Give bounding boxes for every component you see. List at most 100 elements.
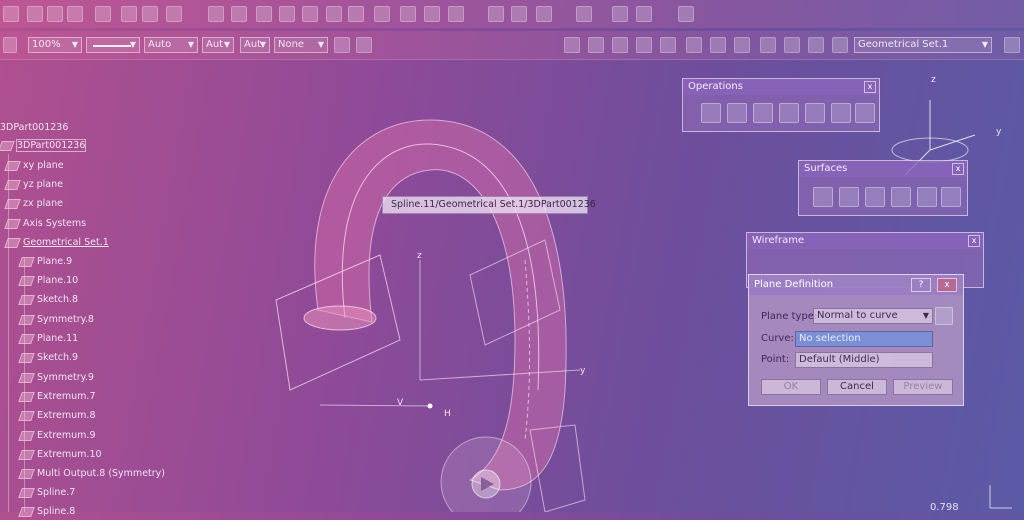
paint-icon[interactable] (142, 6, 158, 22)
boolean-icon[interactable] (710, 37, 726, 53)
layer-combo[interactable]: None ▼ (274, 37, 328, 53)
sphere-icon[interactable] (588, 37, 604, 53)
pattern-icon[interactable] (448, 6, 464, 22)
tree-item-geometrical-set[interactable]: Geometrical Set.1 (4, 235, 109, 251)
paste-icon[interactable] (67, 6, 83, 22)
point-field[interactable]: Default (Middle) (795, 352, 933, 368)
measure-icon[interactable] (678, 6, 694, 22)
tree-item-spline-7[interactable]: Spline.7 (18, 485, 75, 501)
rotate-icon[interactable] (256, 6, 272, 22)
spiral-icon[interactable] (564, 37, 580, 53)
tree-item-root[interactable]: 3DPart001236 (0, 120, 68, 136)
preview-button[interactable]: Preview (893, 379, 953, 395)
settings-icon[interactable] (1004, 37, 1020, 53)
tree-item-zx-plane[interactable]: zx plane (4, 196, 63, 212)
close-icon[interactable]: x (952, 163, 964, 175)
zoom-in-icon[interactable] (279, 6, 295, 22)
offset-icon[interactable] (839, 187, 859, 207)
folder-icon[interactable] (832, 37, 848, 53)
brush-icon[interactable] (356, 37, 372, 53)
extrapolate-icon[interactable] (805, 103, 825, 123)
fill-icon[interactable] (891, 187, 911, 207)
plane-type-select[interactable]: Normal to curve ▼ (813, 308, 933, 324)
painter-icon[interactable] (334, 37, 350, 53)
calendar-icon[interactable] (576, 6, 592, 22)
normal-view-icon[interactable] (326, 6, 342, 22)
geometrical-set-combo[interactable]: Geometrical Set.1 ▼ (854, 37, 992, 53)
tree-item-axis-systems[interactable]: Axis Systems (4, 216, 86, 232)
compass-y-arrow[interactable] (929, 134, 976, 151)
whats-this-icon[interactable] (166, 6, 182, 22)
axis-icon[interactable] (612, 37, 628, 53)
table-icon[interactable] (660, 37, 676, 53)
tree-item-plane-11[interactable]: Plane.11 (18, 331, 78, 347)
tree-item-symmetry-9[interactable]: Symmetry.9 (18, 370, 94, 386)
torus-end-section[interactable] (303, 305, 377, 331)
analysis-icon[interactable] (636, 6, 652, 22)
sweep-icon[interactable] (865, 187, 885, 207)
tree-item-xy-plane[interactable]: xy plane (4, 158, 64, 174)
ok-button[interactable]: OK (761, 379, 821, 395)
tree-item-extremum-7[interactable]: Extremum.7 (18, 389, 95, 405)
line-type-combo[interactable]: Auto ▼ (144, 37, 198, 53)
tree-item-plane-10[interactable]: Plane.10 (18, 273, 78, 289)
tree-item-plane-9[interactable]: Plane.9 (18, 254, 72, 270)
surfaces-title[interactable]: Surfaces (799, 161, 967, 177)
zoom-combo[interactable]: 100% ▼ (28, 37, 82, 53)
grid-icon[interactable] (636, 37, 652, 53)
close-icon[interactable]: x (864, 81, 876, 93)
save-icon[interactable] (3, 6, 19, 22)
line-thickness-combo[interactable]: ▼ (86, 37, 140, 53)
constraint-icon[interactable] (734, 37, 750, 53)
tree-item-extremum-9[interactable]: Extremum.9 (18, 428, 95, 444)
undo-icon[interactable] (95, 6, 111, 22)
split-icon[interactable] (727, 103, 747, 123)
close-icon[interactable]: x (968, 235, 980, 247)
wireframe-icon[interactable] (760, 37, 776, 53)
zoom-out-icon[interactable] (302, 6, 318, 22)
tree-item-extremum-10[interactable]: Extremum.10 (18, 447, 102, 463)
redo-icon[interactable] (121, 6, 137, 22)
join-icon[interactable] (701, 103, 721, 123)
point-type-combo[interactable]: Aut ▼ (202, 37, 234, 53)
tree-item-sketch-9[interactable]: Sketch.9 (18, 350, 78, 366)
tree-item-extremum-8[interactable]: Extremum.8 (18, 408, 95, 424)
pattern-ops-icon[interactable] (831, 103, 851, 123)
pan-icon[interactable] (231, 6, 247, 22)
hierarchy-icon[interactable] (784, 37, 800, 53)
tree-item-part[interactable]: 3DPart001236 (0, 138, 87, 154)
operations-title[interactable]: Operations (683, 79, 879, 95)
fill-color-icon[interactable] (3, 37, 17, 53)
cube-icon[interactable] (686, 37, 702, 53)
hide-show-icon[interactable] (400, 6, 416, 22)
wireframe-title[interactable]: Wireframe (747, 233, 983, 249)
mail-icon[interactable] (536, 6, 552, 22)
sun-icon[interactable] (808, 37, 824, 53)
fillet-icon[interactable] (753, 103, 773, 123)
tree-item-yz-plane[interactable]: yz plane (4, 177, 63, 193)
tree-item-sketch-8[interactable]: Sketch.8 (18, 292, 78, 308)
body-icon[interactable] (511, 6, 527, 22)
switch-icon[interactable] (612, 6, 628, 22)
copy-icon[interactable] (47, 6, 63, 22)
scan-icon[interactable] (488, 6, 504, 22)
extrude-icon[interactable] (813, 187, 833, 207)
blend-icon[interactable] (941, 187, 961, 207)
origin-point[interactable] (427, 403, 433, 409)
fit-all-icon[interactable] (208, 6, 224, 22)
cancel-button[interactable]: Cancel (827, 379, 887, 395)
tree-item-spline-8[interactable]: Spline.8 (18, 504, 75, 520)
rendering-combo[interactable]: Aut ▼ (240, 37, 270, 53)
dialog-close-button[interactable]: x (937, 278, 957, 292)
transform-icon[interactable] (779, 103, 799, 123)
view-mode-icon[interactable] (374, 6, 390, 22)
loft-icon[interactable] (917, 187, 937, 207)
cut-icon[interactable] (27, 6, 43, 22)
lock-icon[interactable] (935, 307, 953, 325)
swap-space-icon[interactable] (424, 6, 440, 22)
iso-view-icon[interactable] (348, 6, 364, 22)
boundary-icon[interactable] (855, 103, 875, 123)
tree-item-multi-output[interactable]: Multi Output.8 (Symmetry) (18, 466, 165, 482)
help-button[interactable]: ? (911, 278, 931, 292)
tree-item-symmetry-8[interactable]: Symmetry.8 (18, 312, 94, 328)
